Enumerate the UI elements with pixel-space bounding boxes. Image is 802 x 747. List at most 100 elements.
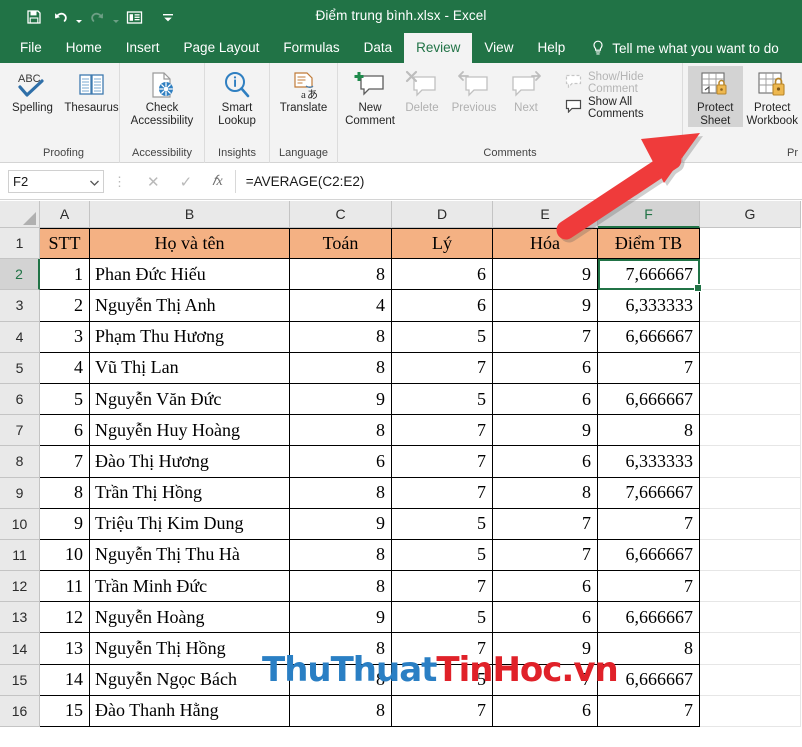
tab-page-layout[interactable]: Page Layout [172, 33, 272, 63]
cell-f11[interactable]: 6,666667 [598, 539, 700, 572]
new-comment-button[interactable]: New Comment [344, 66, 396, 127]
cell-d15[interactable]: 5 [392, 664, 493, 696]
cell-d3[interactable]: 6 [392, 290, 493, 322]
cell-d7[interactable]: 7 [392, 415, 493, 447]
check-accessibility-button[interactable]: Check Accessibility [123, 66, 201, 127]
cell-d16[interactable]: 7 [392, 695, 493, 727]
cell-g12[interactable] [700, 571, 801, 603]
cell-c13[interactable]: 9 [290, 602, 392, 634]
cell-b6[interactable]: Nguyễn Văn Đức [90, 383, 290, 416]
tab-home[interactable]: Home [54, 33, 114, 63]
column-header-a[interactable]: A [40, 201, 90, 228]
tab-review[interactable]: Review [404, 33, 473, 63]
cell-c11[interactable]: 8 [290, 539, 392, 572]
cell-c9[interactable]: 8 [290, 477, 392, 509]
row-header-10[interactable]: 10 [0, 508, 40, 540]
cell-d8[interactable]: 7 [392, 446, 493, 478]
cell-e9[interactable]: 8 [493, 477, 598, 509]
cell-b15[interactable]: Nguyễn Ngọc Bách [90, 664, 290, 696]
tab-file[interactable]: File [8, 33, 54, 63]
name-box[interactable]: F2 [8, 170, 104, 193]
cell-c2[interactable]: 8 [290, 259, 392, 291]
cell-a16[interactable]: 15 [40, 695, 90, 727]
cell-d12[interactable]: 7 [392, 571, 493, 603]
cell-a7[interactable]: 6 [40, 415, 90, 447]
cell-g8[interactable] [700, 446, 801, 478]
row-header-13[interactable]: 13 [0, 602, 40, 634]
cell-a4[interactable]: 3 [40, 321, 90, 353]
row-header-16[interactable]: 16 [0, 695, 40, 727]
column-header-f[interactable]: F [598, 201, 700, 228]
cell-f7[interactable]: 8 [598, 415, 700, 447]
cell-b3[interactable]: Nguyễn Thị Anh [90, 290, 290, 322]
cell-b2[interactable]: Phan Đức Hiếu [90, 259, 290, 291]
column-header-c[interactable]: C [290, 201, 392, 228]
row-header-6[interactable]: 6 [0, 383, 40, 416]
cell-g3[interactable] [700, 290, 801, 322]
cell-b5[interactable]: Vũ Thị Lan [90, 352, 290, 384]
cell-f4[interactable]: 6,666667 [598, 321, 700, 353]
cell-f1[interactable]: Điểm TB [598, 228, 700, 260]
protect-sheet-button[interactable]: Protect Sheet [688, 66, 743, 127]
cell-b11[interactable]: Nguyễn Thị Thu Hà [90, 539, 290, 572]
cell-a2[interactable]: 1 [40, 259, 90, 291]
cell-c4[interactable]: 8 [290, 321, 392, 353]
cell-a11[interactable]: 10 [40, 539, 90, 572]
cell-a15[interactable]: 14 [40, 664, 90, 696]
cell-a8[interactable]: 7 [40, 446, 90, 478]
cell-e8[interactable]: 6 [493, 446, 598, 478]
column-header-d[interactable]: D [392, 201, 493, 228]
cell-f10[interactable]: 7 [598, 508, 700, 540]
cell-g14[interactable] [700, 633, 801, 665]
cell-e13[interactable]: 6 [493, 602, 598, 634]
cell-g11[interactable] [700, 539, 801, 572]
row-header-1[interactable]: 1 [0, 228, 40, 260]
cell-c12[interactable]: 8 [290, 571, 392, 603]
row-header-5[interactable]: 5 [0, 352, 40, 384]
cell-f9[interactable]: 7,666667 [598, 477, 700, 509]
insert-function-fx-icon[interactable]: 𝑓x [212, 174, 223, 190]
cell-f16[interactable]: 7 [598, 695, 700, 727]
cell-g1[interactable] [700, 228, 801, 260]
cell-b8[interactable]: Đào Thị Hương [90, 446, 290, 478]
cell-e1[interactable]: Hóa [493, 228, 598, 260]
cell-g5[interactable] [700, 352, 801, 384]
cell-e7[interactable]: 9 [493, 415, 598, 447]
cell-d14[interactable]: 7 [392, 633, 493, 665]
cell-f15[interactable]: 6,666667 [598, 664, 700, 696]
cell-e6[interactable]: 6 [493, 383, 598, 416]
cell-b14[interactable]: Nguyễn Thị Hồng [90, 633, 290, 665]
cell-c1[interactable]: Toán [290, 228, 392, 260]
cell-f6[interactable]: 6,666667 [598, 383, 700, 416]
cell-f8[interactable]: 6,333333 [598, 446, 700, 478]
cell-b7[interactable]: Nguyễn Huy Hoàng [90, 415, 290, 447]
row-header-14[interactable]: 14 [0, 633, 40, 665]
cell-a13[interactable]: 12 [40, 602, 90, 634]
row-header-4[interactable]: 4 [0, 321, 40, 353]
tab-help[interactable]: Help [525, 33, 577, 63]
row-header-15[interactable]: 15 [0, 664, 40, 696]
cell-d4[interactable]: 5 [392, 321, 493, 353]
cell-c10[interactable]: 9 [290, 508, 392, 540]
cell-e14[interactable]: 9 [493, 633, 598, 665]
cell-a12[interactable]: 11 [40, 571, 90, 603]
cell-e11[interactable]: 7 [493, 539, 598, 572]
cell-b12[interactable]: Trần Minh Đức [90, 571, 290, 603]
cell-g2[interactable] [700, 259, 801, 291]
protect-workbook-button[interactable]: Protect Workbook [743, 66, 802, 127]
select-all-corner[interactable] [0, 201, 40, 228]
cell-c8[interactable]: 6 [290, 446, 392, 478]
cell-c6[interactable]: 9 [290, 383, 392, 416]
cell-f5[interactable]: 7 [598, 352, 700, 384]
cell-c5[interactable]: 8 [290, 352, 392, 384]
cell-b16[interactable]: Đào Thanh Hằng [90, 695, 290, 727]
cell-g6[interactable] [700, 383, 801, 416]
row-header-7[interactable]: 7 [0, 415, 40, 447]
cell-d9[interactable]: 7 [392, 477, 493, 509]
tab-insert[interactable]: Insert [114, 33, 172, 63]
show-all-comments-button[interactable]: Show All Comments [562, 96, 682, 120]
cell-f13[interactable]: 6,666667 [598, 602, 700, 634]
cell-g10[interactable] [700, 508, 801, 540]
cell-f12[interactable]: 7 [598, 571, 700, 603]
formula-input[interactable]: =AVERAGE(C2:E2) [234, 170, 794, 193]
